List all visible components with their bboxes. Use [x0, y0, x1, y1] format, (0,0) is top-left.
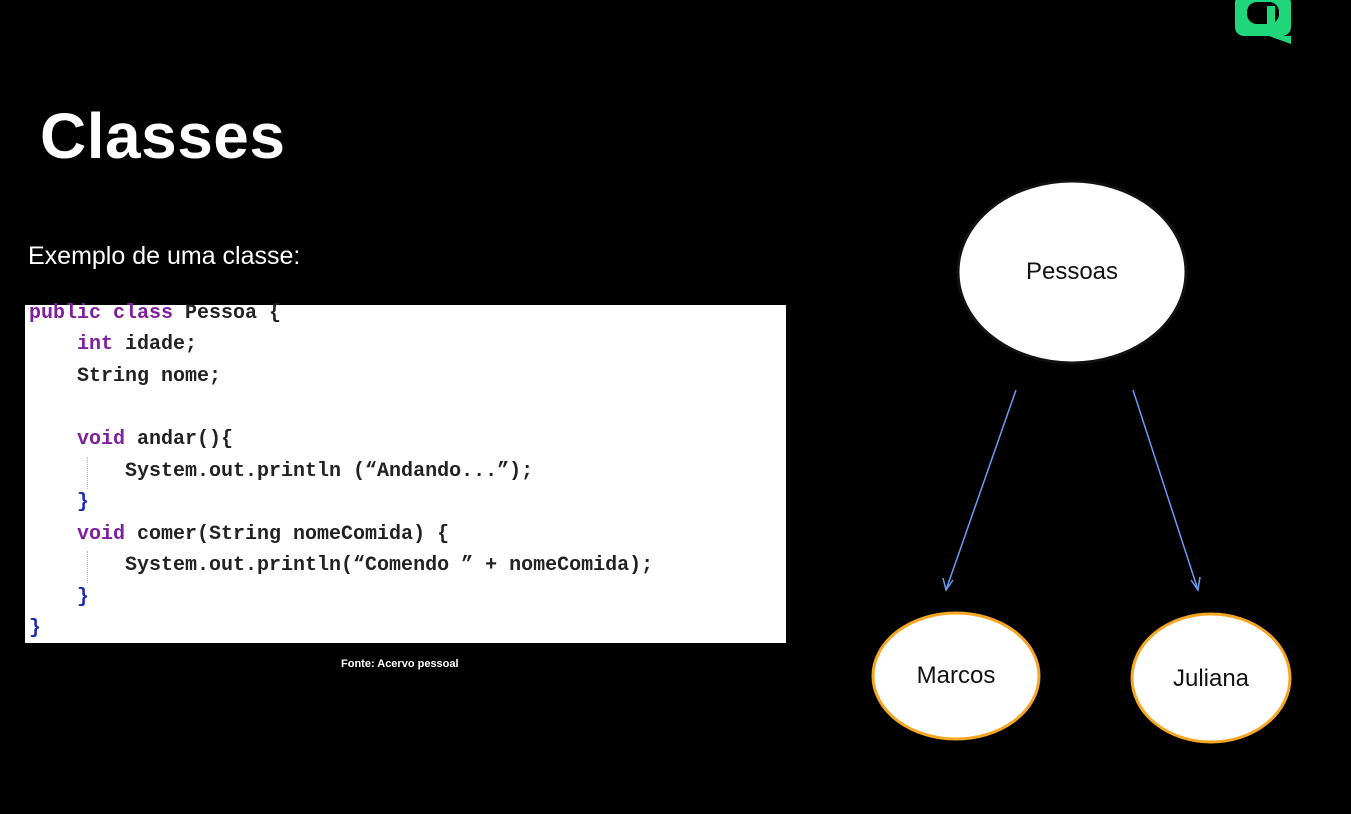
arrow-to-juliana — [1132, 389, 1199, 591]
parent-node-label: Pessoas — [1025, 258, 1119, 285]
child-node-label-marcos: Marcos — [916, 662, 996, 689]
child-node-label-juliana: Juliana — [1172, 665, 1250, 692]
arrow-to-marcos — [945, 389, 1017, 591]
